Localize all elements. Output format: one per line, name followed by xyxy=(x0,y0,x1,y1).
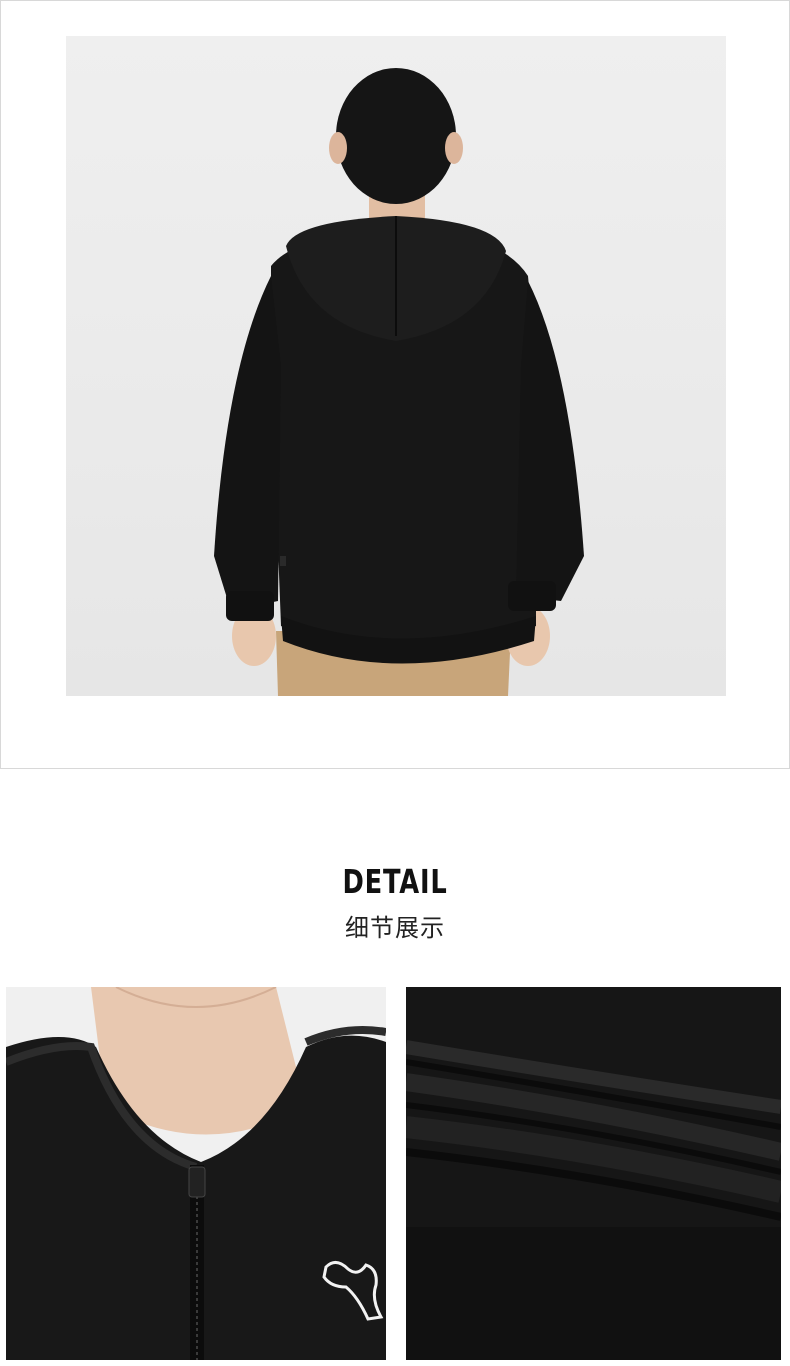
section-subtitle: 细节展示 xyxy=(345,914,445,942)
detail-photo-zipper xyxy=(6,987,386,1360)
zipper-detail-illustration xyxy=(6,987,386,1360)
section-title: DETAIL xyxy=(342,862,448,901)
hero-product-photo xyxy=(66,36,726,696)
hero-frame xyxy=(0,0,790,769)
detail-photo-fabric xyxy=(406,987,781,1360)
fabric-detail-illustration xyxy=(406,987,781,1360)
hoodie-back-illustration xyxy=(214,68,584,696)
